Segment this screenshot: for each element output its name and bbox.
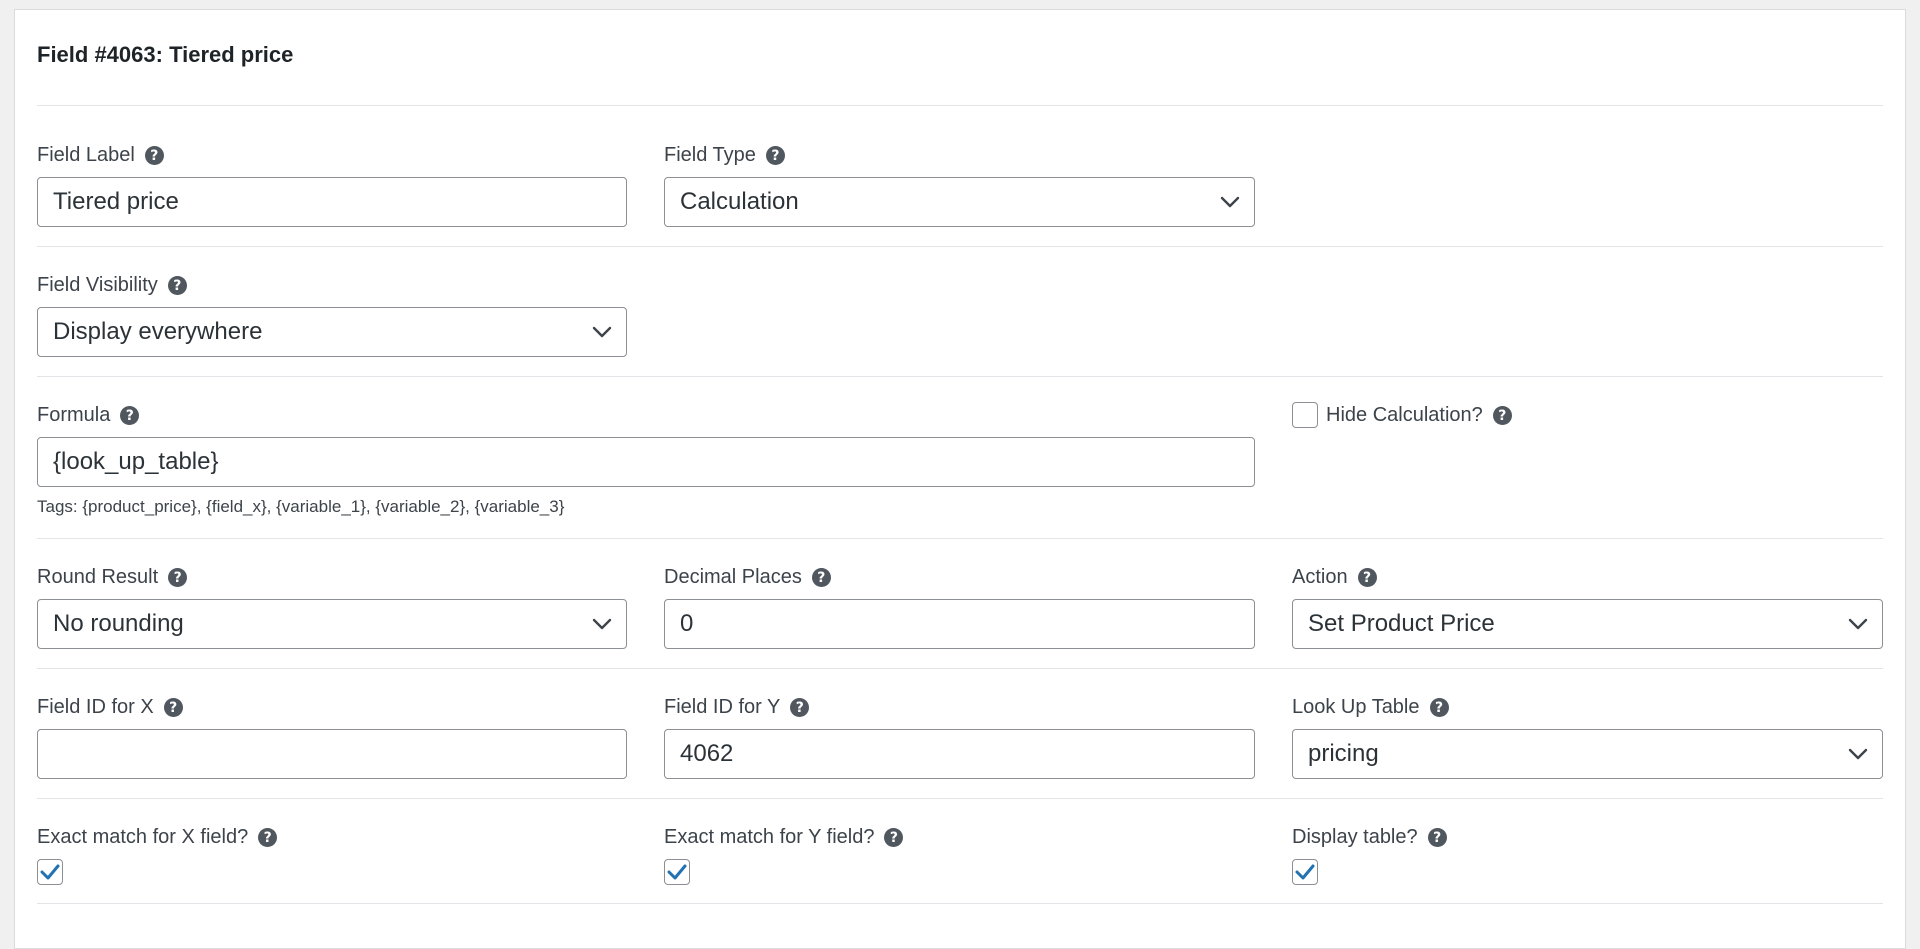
- exact-match-y-text: Exact match for Y field?: [664, 826, 875, 848]
- chevron-down-icon: [1845, 741, 1871, 767]
- field-visibility-value: Display everywhere: [53, 318, 263, 345]
- page-title: Field #4063: Tiered price: [37, 42, 294, 67]
- formula-label: Formula ?: [37, 404, 140, 427]
- divider: [37, 668, 1883, 669]
- field-id-y-text: Field ID for Y: [664, 696, 781, 718]
- exact-match-x-label: Exact match for X field? ?: [37, 826, 278, 849]
- round-result-value: No rounding: [53, 610, 184, 637]
- round-result-label: Round Result ?: [37, 566, 188, 589]
- divider: [37, 903, 1883, 904]
- check-icon: [1295, 864, 1315, 880]
- round-result-select[interactable]: No rounding: [37, 599, 627, 649]
- help-icon[interactable]: ?: [790, 698, 810, 717]
- help-icon[interactable]: ?: [1427, 828, 1447, 847]
- field-label-input[interactable]: Tiered price: [37, 177, 627, 227]
- field-label-label: Field Label ?: [37, 144, 164, 167]
- display-table-label: Display table? ?: [1292, 826, 1447, 849]
- display-table-checkbox[interactable]: [1292, 859, 1318, 885]
- round-result-text: Round Result: [37, 566, 159, 588]
- help-icon[interactable]: ?: [120, 406, 140, 425]
- exact-match-y-label: Exact match for Y field? ?: [664, 826, 904, 849]
- formula-input[interactable]: {look_up_table}: [37, 437, 1255, 487]
- help-icon[interactable]: ?: [258, 828, 278, 847]
- divider: [37, 798, 1883, 799]
- formula-text: Formula: [37, 404, 111, 426]
- field-id-x-text: Field ID for X: [37, 696, 154, 718]
- decimal-places-text: Decimal Places: [664, 566, 802, 588]
- action-select[interactable]: Set Product Price: [1292, 599, 1883, 649]
- field-id-x-label: Field ID for X ?: [37, 696, 183, 719]
- field-label-value: Tiered price: [53, 188, 179, 215]
- formula-tags: Tags: {product_price}, {field_x}, {varia…: [37, 497, 565, 516]
- decimal-places-input[interactable]: 0: [664, 599, 1255, 649]
- field-visibility-label: Field Visibility ?: [37, 274, 187, 297]
- field-id-y-value: 4062: [680, 740, 734, 767]
- action-text: Action: [1292, 566, 1348, 588]
- decimal-places-value: 0: [680, 610, 694, 637]
- help-icon[interactable]: ?: [167, 276, 187, 295]
- divider: [37, 105, 1883, 106]
- formula-value: {look_up_table}: [53, 448, 219, 475]
- divider: [37, 246, 1883, 247]
- check-icon: [40, 864, 60, 880]
- chevron-down-icon: [589, 319, 615, 345]
- help-icon[interactable]: ?: [168, 568, 188, 587]
- hide-calculation-checkbox[interactable]: [1292, 402, 1318, 428]
- help-icon[interactable]: ?: [1492, 406, 1512, 425]
- divider: [37, 376, 1883, 377]
- action-value: Set Product Price: [1308, 610, 1495, 637]
- hide-calculation-text: Hide Calculation?: [1326, 404, 1483, 426]
- field-id-x-input[interactable]: [37, 729, 627, 779]
- display-table-text: Display table?: [1292, 826, 1418, 848]
- field-type-value: Calculation: [680, 188, 799, 215]
- action-label: Action ?: [1292, 566, 1377, 589]
- help-icon[interactable]: ?: [1429, 698, 1449, 717]
- hide-calculation-label: Hide Calculation? ?: [1326, 404, 1512, 427]
- help-icon[interactable]: ?: [884, 828, 904, 847]
- look-up-table-value: pricing: [1308, 740, 1379, 767]
- help-icon[interactable]: ?: [163, 698, 183, 717]
- field-id-y-input[interactable]: 4062: [664, 729, 1255, 779]
- field-type-label: Field Type ?: [664, 144, 785, 167]
- help-icon[interactable]: ?: [1357, 568, 1377, 587]
- exact-match-x-checkbox[interactable]: [37, 859, 63, 885]
- chevron-down-icon: [1217, 189, 1243, 215]
- chevron-down-icon: [589, 611, 615, 637]
- look-up-table-label: Look Up Table ?: [1292, 696, 1449, 719]
- check-icon: [667, 864, 687, 880]
- decimal-places-label: Decimal Places ?: [664, 566, 831, 589]
- look-up-table-select[interactable]: pricing: [1292, 729, 1883, 779]
- look-up-table-text: Look Up Table: [1292, 696, 1420, 718]
- chevron-down-icon: [1845, 611, 1871, 637]
- field-id-y-label: Field ID for Y ?: [664, 696, 810, 719]
- help-icon[interactable]: ?: [144, 146, 164, 165]
- exact-match-x-text: Exact match for X field?: [37, 826, 249, 848]
- field-type-text: Field Type: [664, 144, 756, 166]
- field-visibility-select[interactable]: Display everywhere: [37, 307, 627, 357]
- field-visibility-text: Field Visibility: [37, 274, 158, 296]
- field-type-select[interactable]: Calculation: [664, 177, 1255, 227]
- help-icon[interactable]: ?: [765, 146, 785, 165]
- help-icon[interactable]: ?: [811, 568, 831, 587]
- field-label-text: Field Label: [37, 144, 135, 166]
- exact-match-y-checkbox[interactable]: [664, 859, 690, 885]
- divider: [37, 538, 1883, 539]
